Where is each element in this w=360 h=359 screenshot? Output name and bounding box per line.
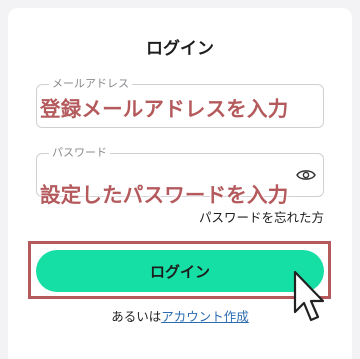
signup-line: あるいはアカウント作成 <box>0 306 360 325</box>
email-annotation: 登録メールアドレスを入力 <box>40 97 289 121</box>
create-account-link[interactable]: アカウント作成 <box>161 309 249 324</box>
eye-icon[interactable] <box>295 166 317 184</box>
forgot-password-link[interactable]: パスワードを忘れた方 <box>199 207 324 226</box>
password-field-label: パスワード <box>49 145 110 161</box>
email-field-label: メールアドレス <box>49 76 132 92</box>
page-title: ログイン <box>146 39 214 59</box>
login-button[interactable]: ログイン <box>36 250 324 292</box>
signup-prefix: あるいは <box>111 309 162 324</box>
password-annotation: 設定したパスワードを入力 <box>40 183 289 207</box>
